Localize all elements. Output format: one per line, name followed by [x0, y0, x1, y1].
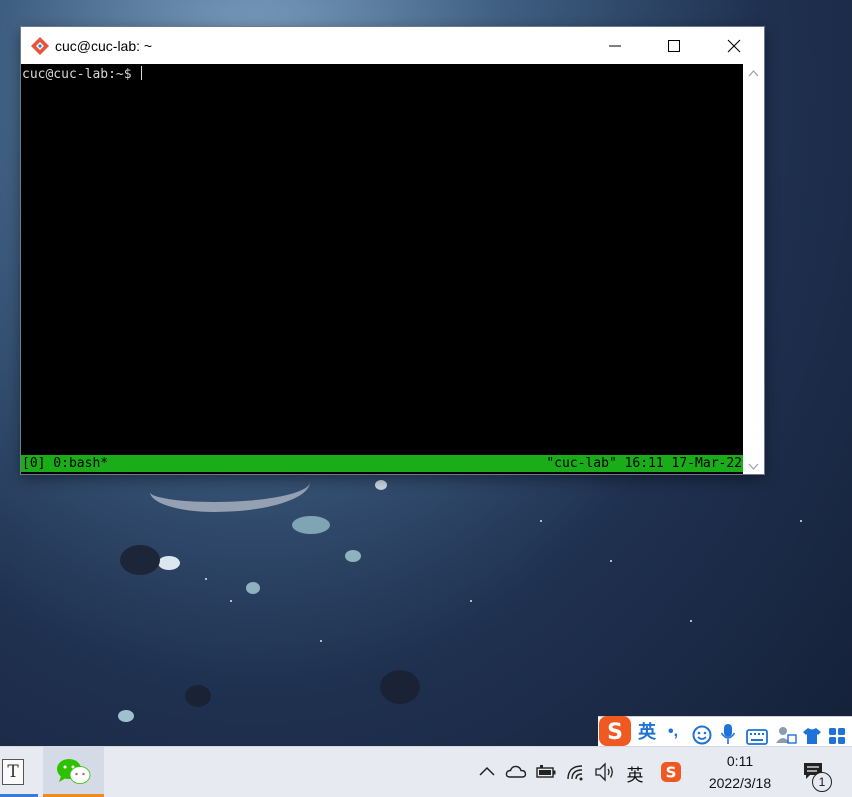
clock-time: 0:11	[726, 753, 754, 769]
tray-ime-mode[interactable]: 英	[624, 761, 646, 786]
text-cursor	[141, 66, 143, 80]
sogou-tray-icon[interactable]: S	[660, 761, 682, 783]
wallpaper-star	[610, 560, 612, 562]
wallpaper-star	[540, 520, 542, 522]
close-icon	[727, 39, 741, 53]
git-bash-app-icon	[31, 37, 49, 55]
wechat-app-icon[interactable]	[43, 747, 104, 797]
terminal-window[interactable]: cuc@cuc-lab: ~ cuc@cuc-lab:~$ [0] 0:bash…	[21, 27, 764, 474]
typora-t-glyph: T	[2, 759, 24, 785]
wallpaper-star	[690, 620, 692, 622]
volume-icon[interactable]	[594, 761, 616, 783]
wallpaper-star	[470, 600, 472, 602]
wallpaper-rock	[375, 480, 387, 490]
emoji-icon[interactable]	[692, 722, 712, 748]
wallpaper-rock	[292, 516, 330, 534]
window-title: cuc@cuc-lab: ~	[55, 38, 153, 54]
taskbar: T 英 S 0:11 2022/3/18 1	[0, 746, 852, 797]
tmux-window-list: [0] 0:bash*	[22, 456, 109, 471]
battery-icon[interactable]	[535, 761, 557, 783]
scroll-down-arrow-icon[interactable]	[748, 462, 759, 471]
wallpaper-rock	[185, 685, 211, 707]
svg-text:S: S	[666, 764, 677, 782]
clock-date: 2022/3/18	[708, 775, 772, 791]
ime-language-mode[interactable]: 英	[638, 719, 656, 745]
wallpaper-rock	[120, 545, 160, 575]
notification-center-button[interactable]: 1	[798, 755, 838, 793]
chevron-up-icon[interactable]	[476, 761, 498, 783]
minimize-icon	[609, 45, 621, 47]
shell-prompt: cuc@cuc-lab:~$	[22, 67, 140, 82]
maximize-button[interactable]	[645, 27, 703, 64]
wallpaper-rock	[345, 550, 361, 562]
vertical-scrollbar[interactable]	[743, 64, 764, 474]
tmux-status-info: "cuc-lab" 16:11 17-Mar-22	[546, 456, 742, 471]
scroll-up-arrow-icon[interactable]	[748, 69, 759, 78]
typora-app-icon[interactable]: T	[0, 747, 38, 797]
sogou-logo-icon[interactable]: S	[598, 715, 632, 747]
wallpaper-star	[230, 600, 232, 602]
close-button[interactable]	[705, 27, 763, 64]
wallpaper-rock	[118, 710, 134, 722]
wallpaper-rock	[380, 670, 420, 704]
ime-punctuation-mode[interactable]: •,	[668, 719, 678, 745]
wallpaper-rock	[246, 582, 260, 594]
ime-toolbar[interactable]: S 英 •,	[598, 716, 852, 747]
onedrive-cloud-icon[interactable]	[505, 761, 527, 783]
maximize-icon	[668, 40, 680, 52]
terminal-area[interactable]: cuc@cuc-lab:~$ [0] 0:bash* "cuc-lab" 16:…	[21, 64, 743, 474]
wechat-icon	[57, 759, 91, 784]
prompt-line: cuc@cuc-lab:~$	[22, 66, 143, 82]
notification-count-badge: 1	[812, 772, 832, 792]
wallpaper-rock	[158, 556, 180, 570]
tmux-status-bar: [0] 0:bash* "cuc-lab" 16:11 17-Mar-22	[21, 455, 743, 472]
wallpaper-star	[320, 640, 322, 642]
svg-text:S: S	[607, 720, 623, 745]
wifi-icon[interactable]	[565, 761, 587, 783]
microphone-icon[interactable]	[720, 721, 736, 747]
minimize-button[interactable]	[586, 27, 644, 64]
wallpaper-star	[205, 578, 207, 580]
user-icon[interactable]	[775, 722, 797, 748]
title-bar[interactable]: cuc@cuc-lab: ~	[21, 27, 764, 64]
wallpaper-star	[800, 520, 802, 522]
clock[interactable]: 0:11 2022/3/18	[695, 751, 785, 795]
